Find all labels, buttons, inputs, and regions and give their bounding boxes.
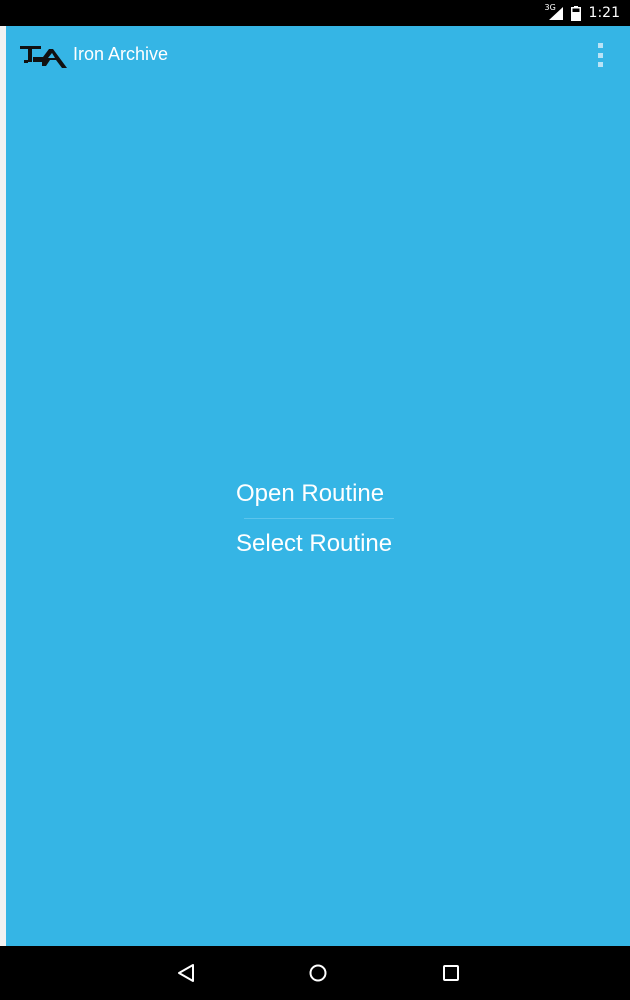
back-icon — [178, 964, 194, 982]
recents-button[interactable] — [437, 959, 465, 987]
app-content: Iron Archive Open Routine Select Routine — [6, 26, 630, 946]
android-screen: 3G 1:21 Iron Archive Open Routine Select… — [0, 0, 630, 1000]
overflow-dot — [597, 52, 603, 58]
overflow-dot — [597, 43, 603, 48]
app-title: Iron Archive — [73, 44, 169, 64]
routine-menu: Open Routine Select Routine — [236, 474, 406, 564]
overflow-dot — [597, 62, 603, 67]
open-routine-button[interactable]: Open Routine — [236, 474, 406, 514]
network-indicator: 3G — [545, 4, 565, 22]
status-bar: 3G 1:21 — [0, 0, 630, 26]
status-icons: 3G 1:21 — [545, 0, 620, 26]
home-icon — [309, 964, 327, 982]
iron-archive-logo-icon[interactable] — [19, 40, 69, 70]
action-bar: Iron Archive — [6, 26, 630, 84]
select-routine-button[interactable]: Select Routine — [236, 524, 406, 564]
recents-icon — [443, 965, 459, 981]
battery-icon — [570, 5, 581, 21]
menu-divider — [244, 518, 394, 519]
back-button[interactable] — [172, 959, 200, 987]
more-vert-icon[interactable] — [592, 43, 608, 67]
navigation-bar — [0, 946, 630, 1000]
home-button[interactable] — [304, 959, 332, 987]
signal-icon — [548, 7, 563, 20]
status-time: 1:21 — [588, 5, 620, 21]
